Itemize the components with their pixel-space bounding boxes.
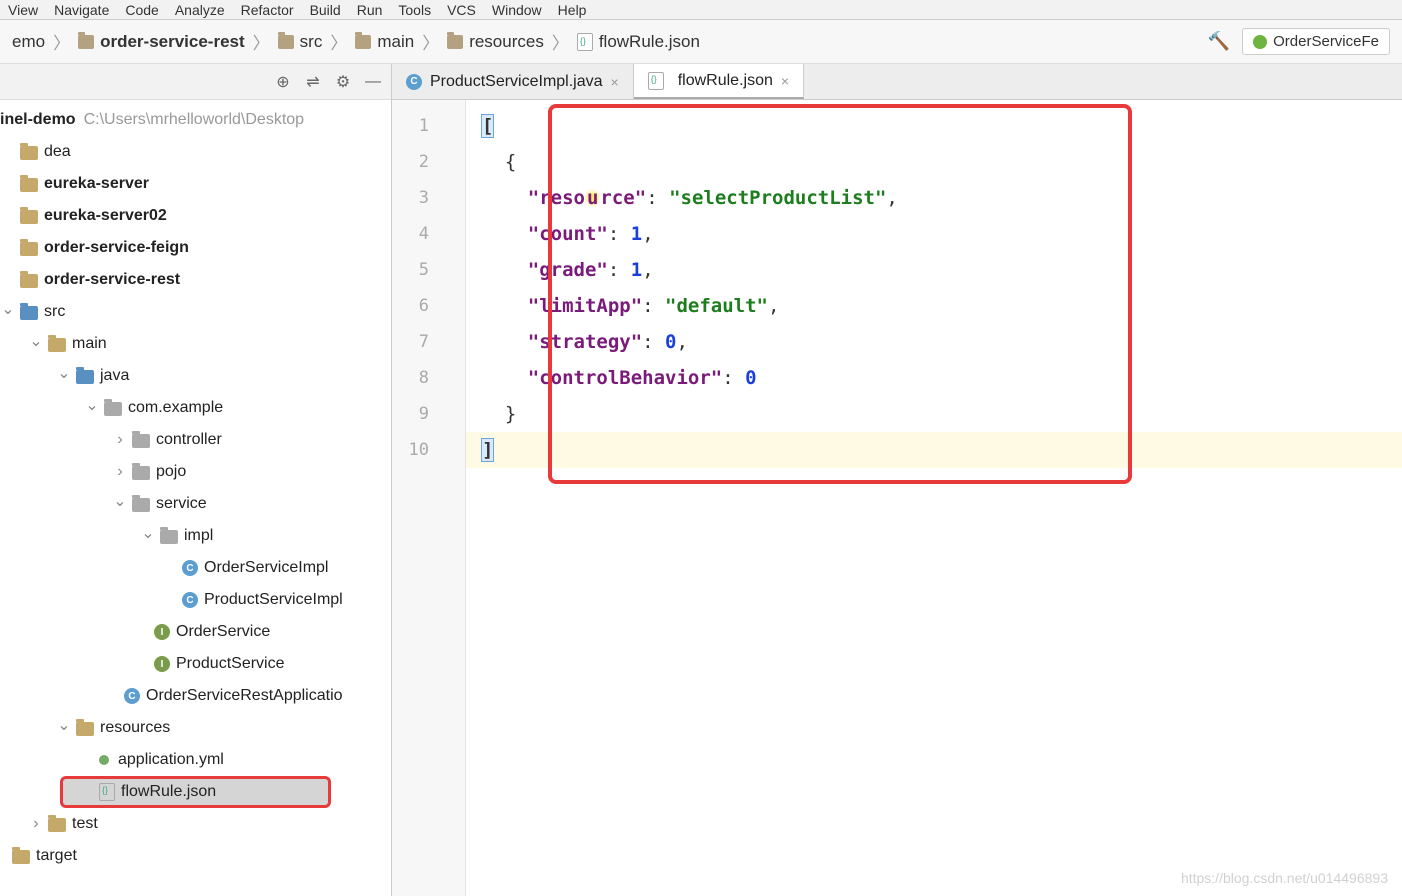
tree-node-application[interactable]: COrderServiceRestApplicatio xyxy=(0,680,391,712)
tree-node-resources[interactable]: resources xyxy=(0,712,391,744)
editor-area: C ProductServiceImpl.java × flowRule.jso… xyxy=(392,64,1402,896)
menu-run[interactable]: Run xyxy=(357,2,383,18)
project-toolbar: ⊕ ⇌ ⚙ — xyxy=(0,64,391,100)
interface-icon: I xyxy=(154,624,170,640)
json-file-icon xyxy=(577,33,593,51)
spring-boot-icon xyxy=(1253,35,1267,49)
tree-node-eureka-server02[interactable]: eureka-server02 xyxy=(0,200,391,232)
breadcrumb-module[interactable]: order-service-rest xyxy=(78,32,245,52)
breadcrumb-main[interactable]: main xyxy=(355,32,414,52)
tree-node-src[interactable]: src xyxy=(0,296,391,328)
watermark: https://blog.csdn.net/u014496893 xyxy=(1181,870,1388,886)
chevron-down-icon[interactable] xyxy=(28,334,44,354)
tree-node-target[interactable]: target xyxy=(0,840,391,872)
breadcrumb-src[interactable]: src xyxy=(278,32,323,52)
tree-node-order-service-rest[interactable]: order-service-rest xyxy=(0,264,391,296)
tree-node-controller[interactable]: controller xyxy=(0,424,391,456)
chevron-down-icon[interactable] xyxy=(56,718,72,738)
interface-icon: I xyxy=(154,656,170,672)
build-icon[interactable]: 🔨 xyxy=(1208,31,1230,52)
tree-root[interactable]: inel-demo C:\Users\mrhelloworld\Desktop xyxy=(0,104,391,136)
close-icon[interactable]: × xyxy=(781,73,789,89)
json-file-icon xyxy=(648,72,664,90)
tree-node-application-yml[interactable]: application.yml xyxy=(0,744,391,776)
gear-icon[interactable]: ⚙ xyxy=(333,72,353,92)
menu-tools[interactable]: Tools xyxy=(398,2,431,18)
editor-tabs: C ProductServiceImpl.java × flowRule.jso… xyxy=(392,64,1402,100)
tree-node-productserviceimpl[interactable]: CProductServiceImpl xyxy=(0,584,391,616)
menu-analyze[interactable]: Analyze xyxy=(175,2,225,18)
tree-node-service[interactable]: service xyxy=(0,488,391,520)
tree-node-flowrule-json[interactable]: flowRule.json xyxy=(60,776,331,808)
folder-icon xyxy=(78,35,94,49)
chevron-down-icon[interactable] xyxy=(84,398,100,418)
json-file-icon xyxy=(99,783,115,801)
tree-node-java[interactable]: java xyxy=(0,360,391,392)
tree-node-test[interactable]: test xyxy=(0,808,391,840)
folder-icon xyxy=(447,35,463,49)
tree-node-package[interactable]: com.example xyxy=(0,392,391,424)
menu-build[interactable]: Build xyxy=(310,2,341,18)
breadcrumb: emo 〉 order-service-rest 〉 src 〉 main 〉 … xyxy=(0,20,1402,64)
breadcrumb-root[interactable]: emo xyxy=(12,32,45,52)
menu-code[interactable]: Code xyxy=(125,2,158,18)
line-gutter: 1 2 3 4 5 6 7 8 9 10 xyxy=(392,100,466,896)
menu-vcs[interactable]: VCS xyxy=(447,2,476,18)
yml-file-icon xyxy=(96,751,112,769)
tree-node-eureka-server[interactable]: eureka-server xyxy=(0,168,391,200)
hide-icon[interactable]: — xyxy=(363,72,383,92)
code-text[interactable]: [ { "resource": "selectProductList", "co… xyxy=(466,100,1402,896)
editor-content[interactable]: 1 2 3 4 5 6 7 8 9 10 [ { "resource": "se… xyxy=(392,100,1402,896)
menu-bar: View Navigate Code Analyze Refactor Buil… xyxy=(0,0,1402,20)
tree-node-main[interactable]: main xyxy=(0,328,391,360)
tab-productserviceimpl[interactable]: C ProductServiceImpl.java × xyxy=(392,64,634,99)
tree-node-orderserviceimpl[interactable]: COrderServiceImpl xyxy=(0,552,391,584)
tree-node-productservice[interactable]: IProductService xyxy=(0,648,391,680)
chevron-down-icon[interactable] xyxy=(112,494,128,514)
chevron-right-icon[interactable] xyxy=(112,463,128,481)
tree-node-idea[interactable]: dea xyxy=(0,136,391,168)
class-icon: C xyxy=(406,74,422,90)
chevron-down-icon[interactable] xyxy=(140,526,156,546)
breadcrumb-file[interactable]: flowRule.json xyxy=(577,32,700,52)
menu-window[interactable]: Window xyxy=(492,2,542,18)
chevron-right-icon[interactable] xyxy=(28,815,44,833)
tree-node-pojo[interactable]: pojo xyxy=(0,456,391,488)
class-runnable-icon: C xyxy=(124,688,140,704)
chevron-down-icon[interactable] xyxy=(56,366,72,386)
tab-flowrule-json[interactable]: flowRule.json × xyxy=(634,64,804,99)
close-icon[interactable]: × xyxy=(611,74,619,90)
menu-view[interactable]: View xyxy=(8,2,38,18)
collapse-icon[interactable]: ⇌ xyxy=(303,72,323,92)
tree-node-impl[interactable]: impl xyxy=(0,520,391,552)
folder-icon xyxy=(355,35,371,49)
scroll-target-icon[interactable]: ⊕ xyxy=(273,72,293,92)
tree-node-order-service-feign[interactable]: order-service-feign xyxy=(0,232,391,264)
breadcrumb-resources[interactable]: resources xyxy=(447,32,544,52)
chevron-right-icon[interactable] xyxy=(112,431,128,449)
class-icon: C xyxy=(182,592,198,608)
menu-refactor[interactable]: Refactor xyxy=(241,2,294,18)
menu-navigate[interactable]: Navigate xyxy=(54,2,109,18)
run-configuration-selector[interactable]: OrderServiceFe xyxy=(1242,28,1390,55)
project-panel: ⊕ ⇌ ⚙ — inel-demo C:\Users\mrhelloworld\… xyxy=(0,64,392,896)
folder-icon xyxy=(278,35,294,49)
class-icon: C xyxy=(182,560,198,576)
menu-help[interactable]: Help xyxy=(558,2,587,18)
chevron-down-icon[interactable] xyxy=(0,302,16,322)
tree-node-orderservice[interactable]: IOrderService xyxy=(0,616,391,648)
project-tree[interactable]: inel-demo C:\Users\mrhelloworld\Desktop … xyxy=(0,100,391,896)
